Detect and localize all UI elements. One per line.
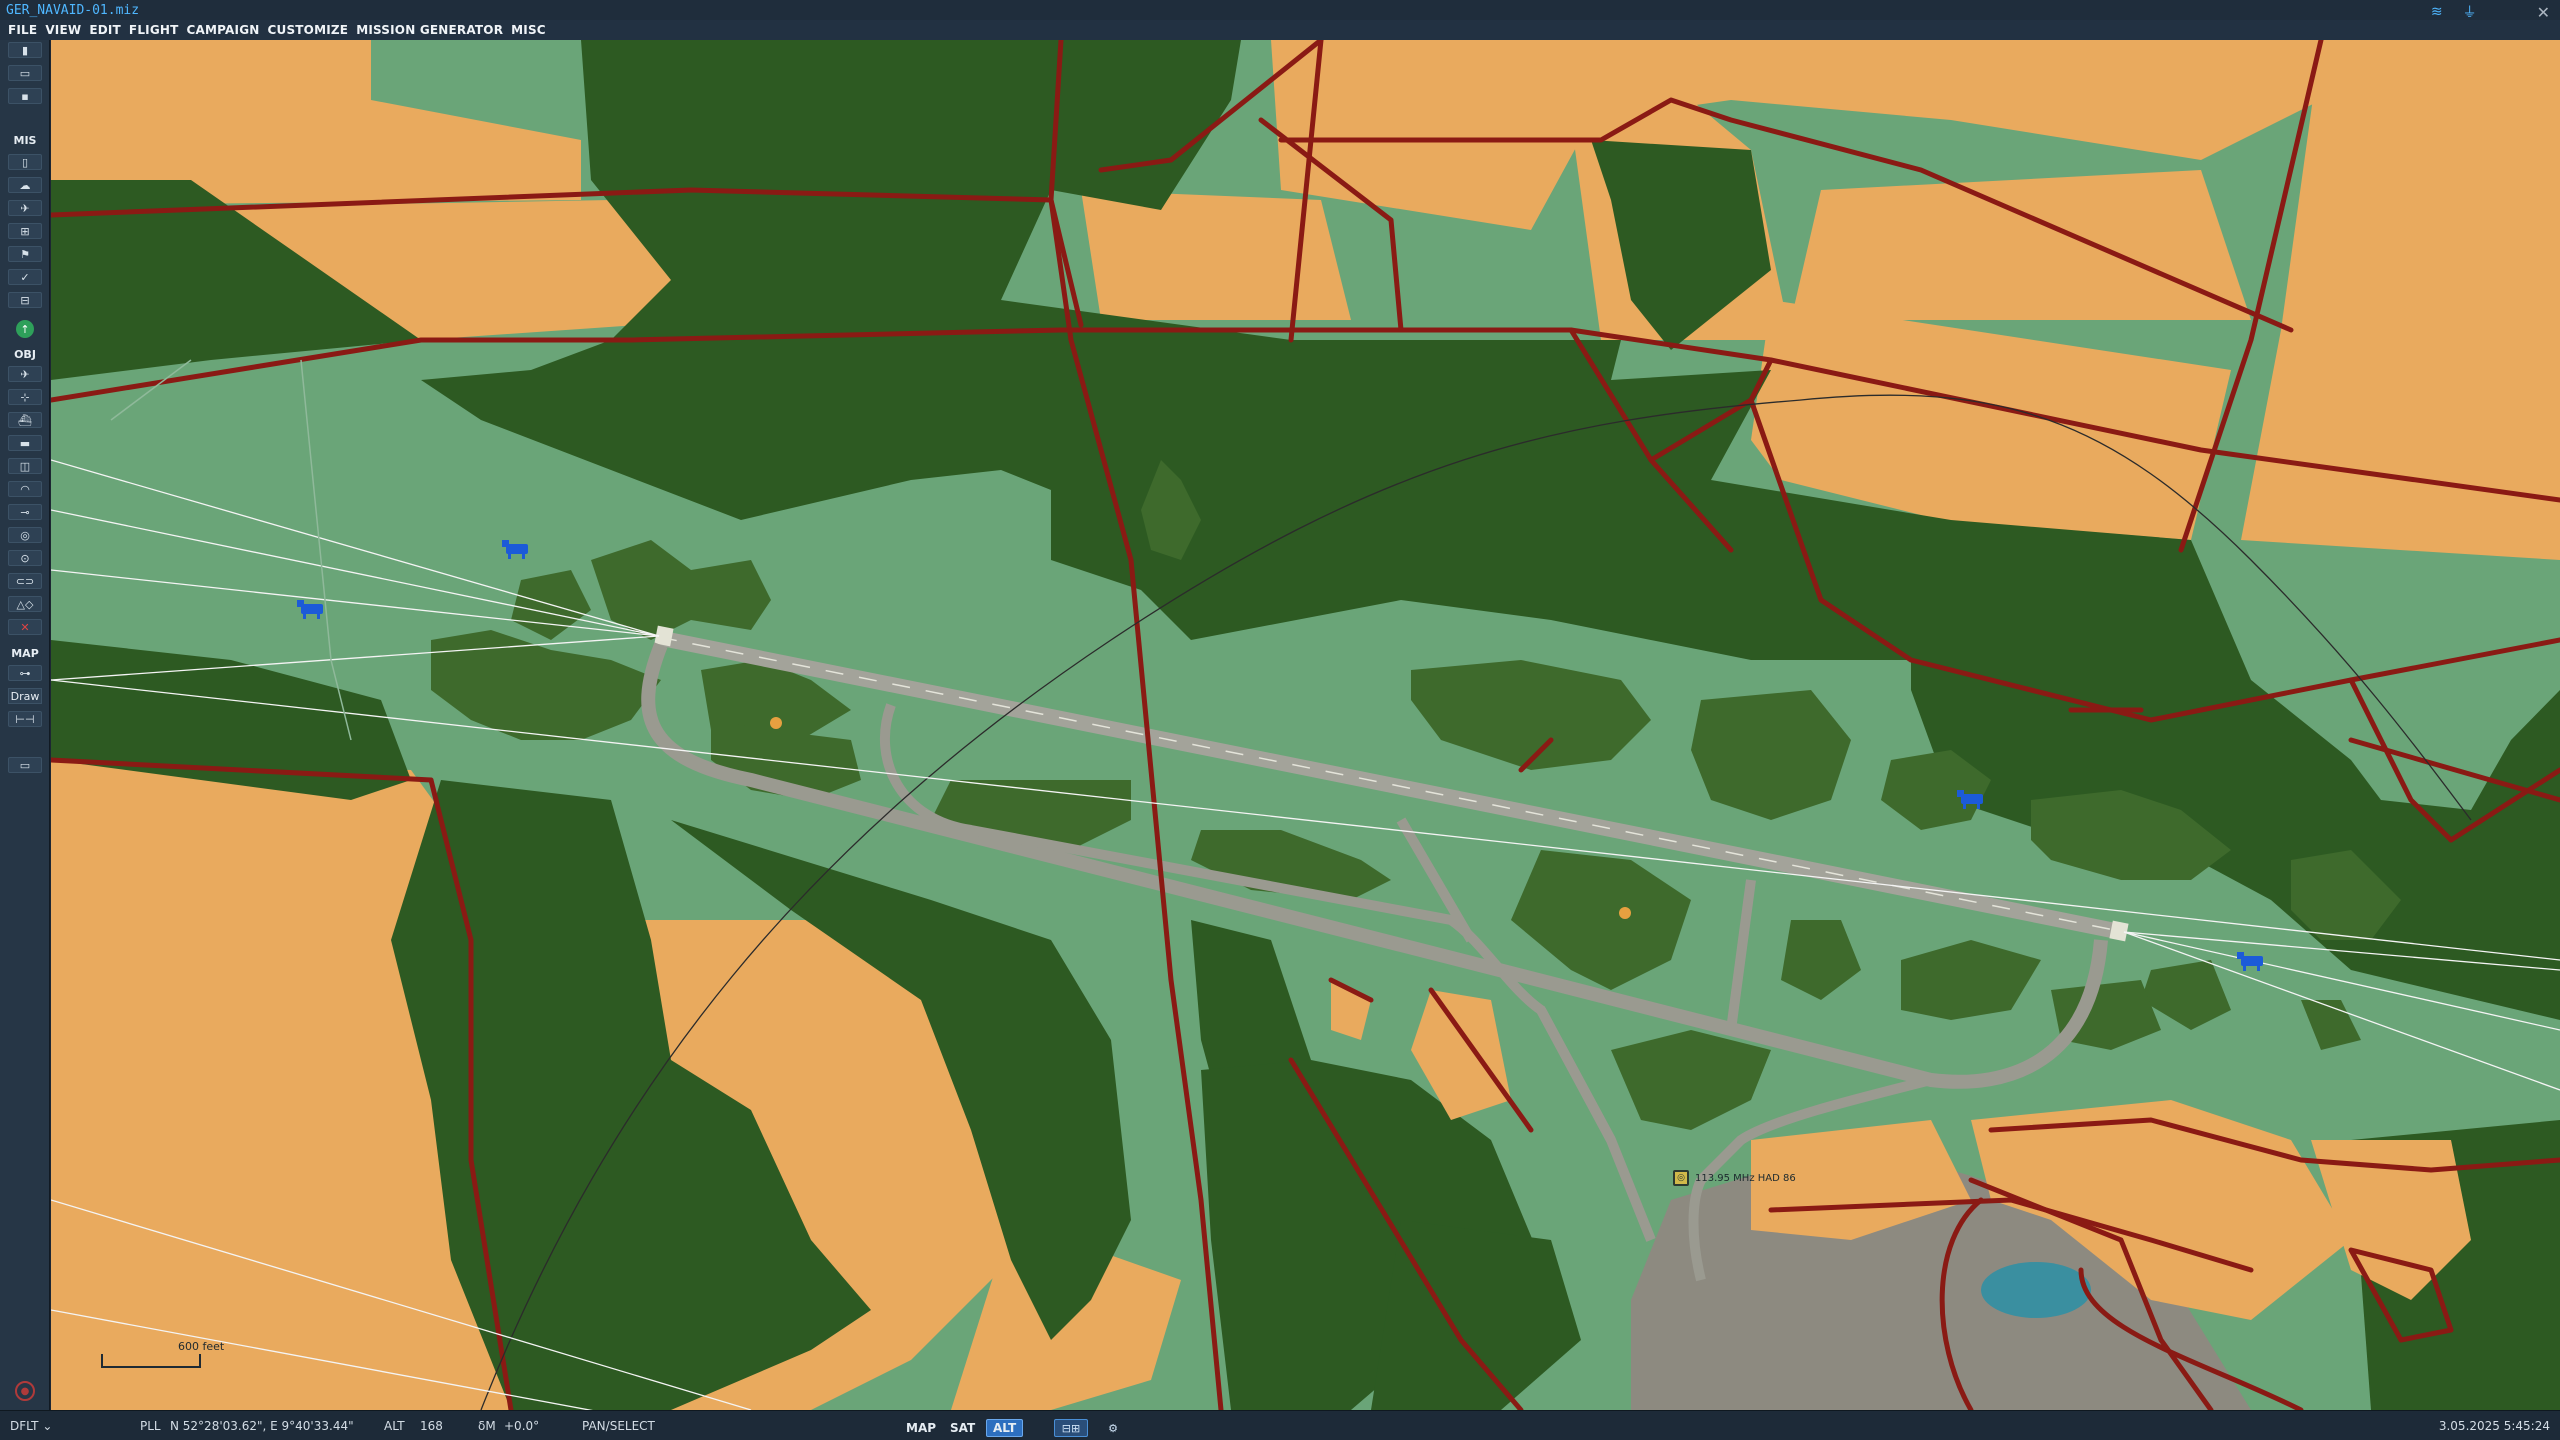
wifi-icon[interactable]: ≋ [2431, 4, 2443, 20]
view-mode-map[interactable]: MAP [900, 1419, 943, 1437]
delete-icon[interactable]: ✕ [8, 619, 42, 635]
title-bar: GER_NAVAID-01.miz ≋ ⏚ ✕ [0, 0, 2560, 22]
left-toolbar: ▮ ▭ ▪ MIS ▯ ☁ ✈ ⊞ ⚑ ✓ ⊟ ↑ OBJ ✈ ⊹ ⛴ ▬ ◫ ◠ ⊸ ◎ ⊙ ⊂⊃ △◇ ✕ MAP… [0, 40, 50, 1410]
layers-icon[interactable]: ⊟⊞ [1054, 1419, 1088, 1437]
ship-group-icon[interactable]: ⛴ [8, 412, 42, 428]
mission-goals-icon[interactable]: ⚑ [8, 246, 42, 262]
vehicle-group-icon[interactable]: ▬ [8, 435, 42, 451]
open-file-icon[interactable]: ▭ [8, 65, 42, 81]
map-view[interactable]: 600 feet ◎ 113.95 MHz HAD 86 [51, 40, 2560, 1410]
profile-select[interactable]: DFLT ⌄ [10, 1419, 52, 1433]
menu-edit[interactable]: EDIT [89, 23, 121, 37]
map-layer-icon[interactable]: ▭ [8, 757, 42, 773]
gear-icon[interactable]: ⚙ [1102, 1419, 1124, 1437]
scale-bar [101, 1354, 201, 1368]
section-label-obj: OBJ [14, 348, 36, 361]
trigger-zone-icon[interactable]: ◎ [8, 527, 42, 543]
map-canvas[interactable] [51, 40, 2560, 1410]
view-mode-sat[interactable]: SAT [944, 1419, 982, 1437]
mission-briefing-icon[interactable]: ▯ [8, 154, 42, 170]
resource-manager-icon[interactable]: ⊟ [8, 292, 42, 308]
map-key-icon[interactable]: ⊶ [8, 665, 42, 681]
plane-group-icon[interactable]: ✈ [8, 366, 42, 382]
stop-icon[interactable]: ● [15, 1381, 35, 1401]
shapes-icon[interactable]: △◇ [8, 596, 42, 612]
triggers-icon[interactable]: ⊞ [8, 223, 42, 239]
navaid-text: 113.95 MHz HAD 86 [1695, 1172, 1796, 1184]
menu-flight[interactable]: FLIGHT [129, 23, 179, 37]
menu-file[interactable]: FILE [8, 23, 37, 37]
helicopter-group-icon[interactable]: ⊹ [8, 389, 42, 405]
antenna-icon[interactable]: ⏚ [2463, 2, 2477, 22]
up-arrow-icon[interactable]: ↑ [16, 320, 34, 338]
alt-value: 168 [420, 1419, 443, 1433]
chevron-down-icon: ⌄ [42, 1419, 53, 1433]
navaid-marker[interactable]: ◎ 113.95 MHz HAD 86 [1673, 1170, 1796, 1186]
mag-label: δM [478, 1419, 496, 1433]
datetime: 3.05.2025 5:45:24 [2438, 1419, 2550, 1433]
save-file-icon[interactable]: ▪ [8, 88, 42, 104]
section-label-map: MAP [11, 647, 39, 660]
status-bar: DFLT ⌄ PLL N 52°28'03.62", E 9°40'33.44"… [0, 1410, 2560, 1440]
template-icon[interactable]: ◠ [8, 481, 42, 497]
new-file-icon[interactable]: ▮ [8, 42, 42, 58]
menu-view[interactable]: VIEW [45, 23, 81, 37]
coord-mode[interactable]: PLL [140, 1419, 161, 1433]
menu-mission-generator[interactable]: MISSION GENERATOR [356, 23, 503, 37]
menu-campaign[interactable]: CAMPAIGN [187, 23, 260, 37]
group-icon[interactable]: ⊂⊃ [8, 573, 42, 589]
field [1081, 190, 1351, 320]
menu-customize[interactable]: CUSTOMIZE [268, 23, 349, 37]
failures-icon[interactable]: ✈ [8, 200, 42, 216]
close-icon[interactable]: ✕ [2537, 3, 2550, 22]
field [1791, 170, 2251, 320]
navigation-point-icon[interactable]: ⊸ [8, 504, 42, 520]
scale-label: 600 feet [178, 1340, 225, 1353]
section-label-mis: MIS [13, 134, 37, 147]
ruler-icon[interactable]: ⊢⊣ [8, 711, 42, 727]
static-object-icon[interactable]: ◫ [8, 458, 42, 474]
alt-label: ALT [384, 1419, 405, 1433]
coords-readout: N 52°28'03.62", E 9°40'33.44" [170, 1419, 354, 1433]
draw-button[interactable]: Draw [8, 688, 42, 704]
menu-misc[interactable]: MISC [511, 23, 546, 37]
menu-bar: FILE VIEW EDIT FLIGHT CAMPAIGN CUSTOMIZE… [0, 20, 2560, 40]
profile-value: DFLT [10, 1419, 39, 1433]
tool-mode: PAN/SELECT [582, 1419, 655, 1433]
window-title: GER_NAVAID-01.miz [6, 2, 140, 18]
vor-icon[interactable]: ◎ [1673, 1170, 1689, 1186]
check-icon[interactable]: ✓ [8, 269, 42, 285]
ins-point-icon[interactable]: ⊙ [8, 550, 42, 566]
mag-value: +0.0° [504, 1419, 540, 1433]
weather-icon[interactable]: ☁ [8, 177, 42, 193]
view-mode-alt[interactable]: ALT [986, 1419, 1024, 1437]
